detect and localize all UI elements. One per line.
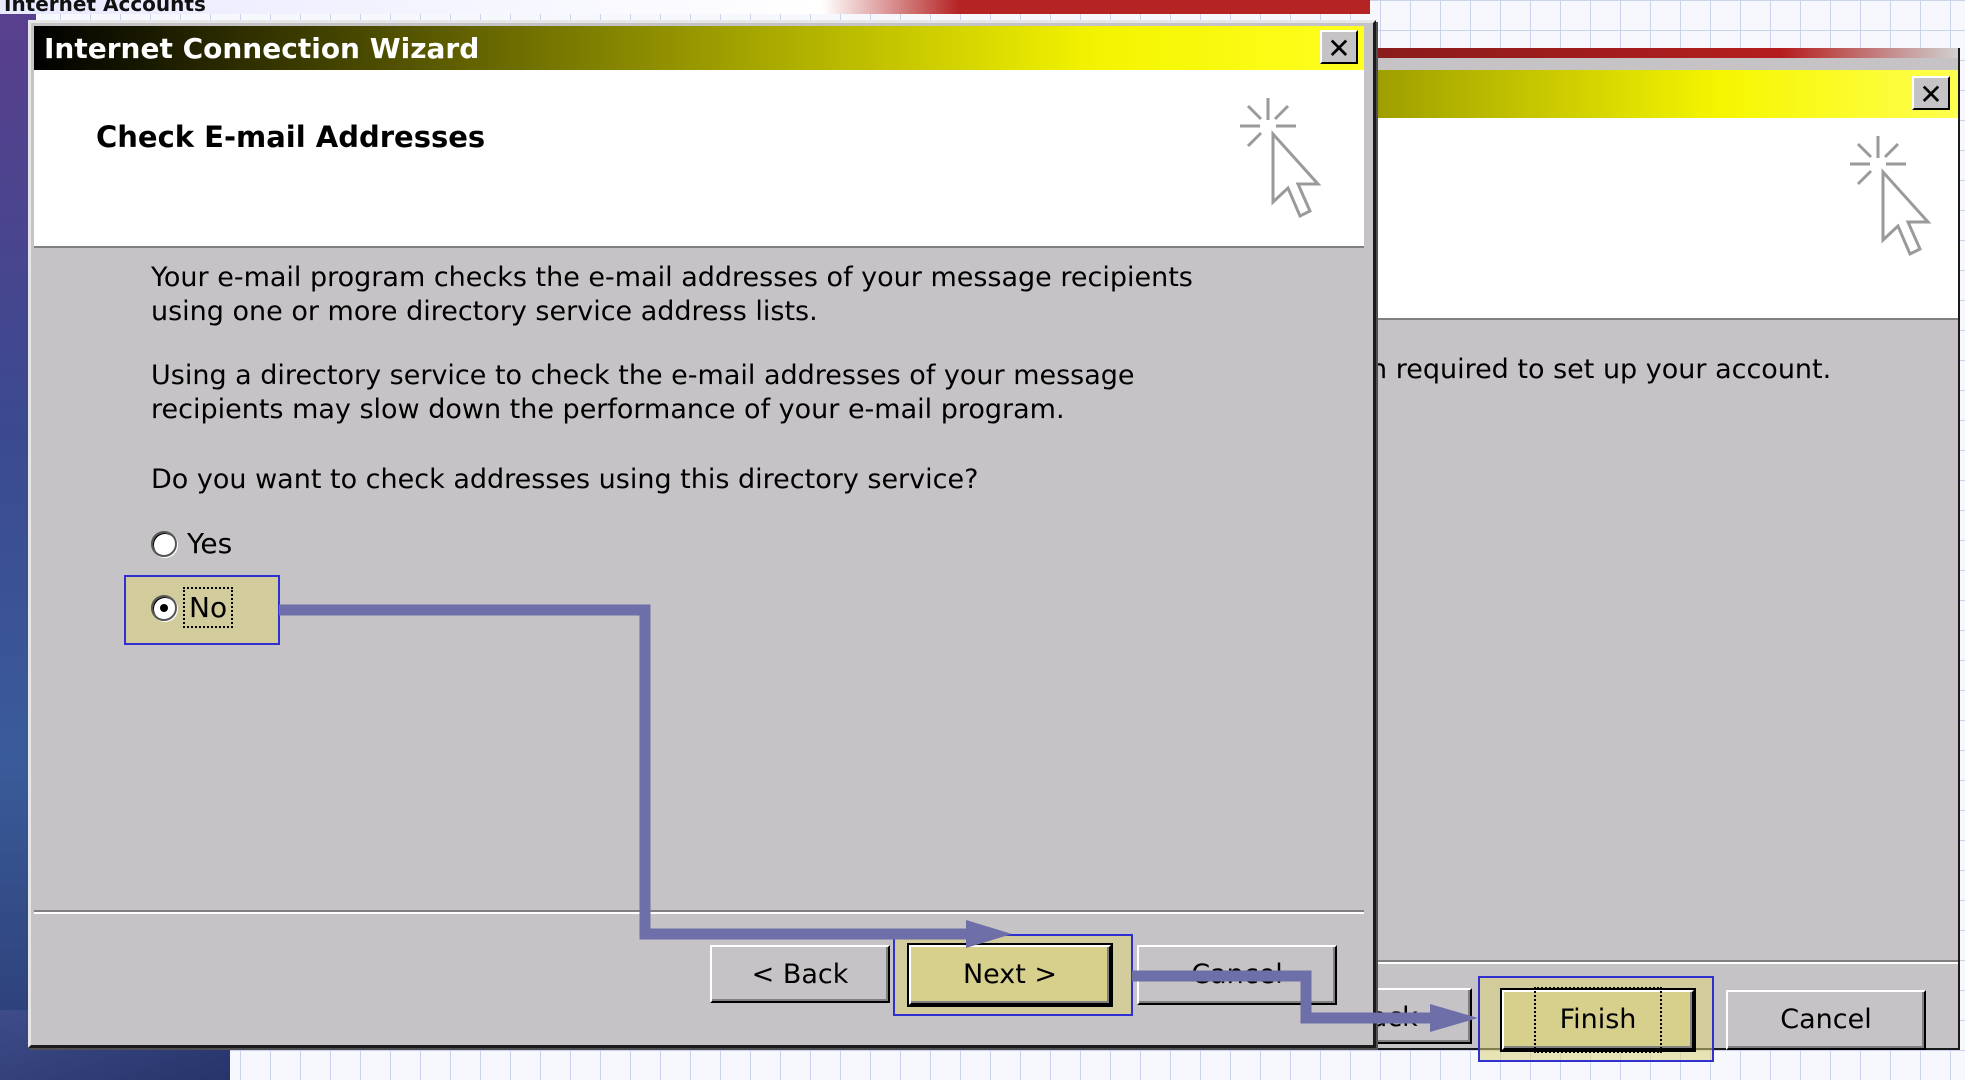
dialog-bottom-separator — [34, 910, 1364, 914]
second-dialog-close-button[interactable]: ✕ — [1912, 76, 1950, 111]
radio-option-no[interactable]: No — [151, 587, 234, 628]
second-dialog-titlebar: ✕ — [1370, 70, 1958, 118]
second-wizard-dialog: ✕ n required to set up your account. — [1370, 48, 1960, 1050]
second-dialog-separator — [1370, 960, 1958, 964]
finish-button[interactable]: Finish — [1500, 987, 1696, 1053]
back-button[interactable]: < Back — [710, 945, 890, 1003]
finish-label: Finish — [1533, 987, 1663, 1053]
page-title: Check E-mail Addresses — [96, 120, 486, 154]
cancel-button[interactable]: Cancel — [1137, 945, 1337, 1005]
wizard-cursor-icon — [1850, 136, 1932, 257]
question-text: Do you want to check addresses using thi… — [151, 464, 979, 495]
second-dialog-cancel-label: Cancel — [1780, 1004, 1872, 1035]
next-button[interactable]: Next > — [907, 943, 1113, 1007]
second-dialog-frame-top — [1370, 48, 1958, 58]
close-icon: ✕ — [1327, 32, 1351, 65]
dialog-title: Internet Connection Wizard — [44, 32, 480, 65]
radio-no-label: No — [182, 587, 234, 628]
radio-option-yes[interactable]: Yes — [151, 527, 232, 560]
dialog-titlebar: Internet Connection Wizard ✕ — [34, 26, 1364, 70]
radio-yes[interactable] — [151, 530, 177, 557]
radio-yes-label: Yes — [187, 527, 233, 560]
back-label: < Back — [751, 959, 849, 990]
cancel-label: Cancel — [1191, 959, 1283, 990]
next-label: Next > — [962, 959, 1058, 990]
wizard-cursor-icon — [1240, 98, 1322, 219]
second-dialog-cancel-button[interactable]: Cancel — [1726, 990, 1926, 1050]
description-paragraph-2: Using a directory service to check the e… — [151, 360, 1135, 425]
radio-no[interactable] — [151, 594, 177, 621]
background-window-title: Internet Accounts — [4, 0, 206, 16]
dialog-close-button[interactable]: ✕ — [1320, 30, 1358, 65]
second-dialog-text: n required to set up your account. — [1370, 354, 1832, 385]
background-window-edge: Internet Accounts — [0, 0, 1370, 16]
wizard-dialog: Internet Connection Wizard ✕ Check E-mai… — [28, 20, 1376, 1048]
description-paragraph-1: Your e-mail program checks the e-mail ad… — [151, 262, 1193, 327]
close-icon: ✕ — [1919, 78, 1943, 111]
dialog-header: Check E-mail Addresses — [34, 70, 1364, 248]
second-dialog-header — [1370, 118, 1958, 320]
